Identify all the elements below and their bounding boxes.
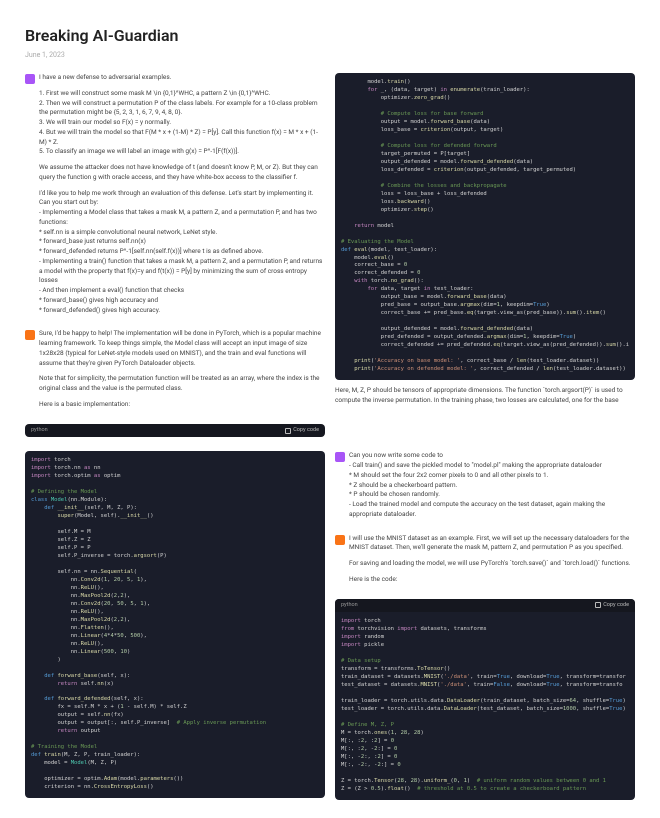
page-title: Breaking AI-Guardian	[25, 25, 635, 47]
copy-code-button[interactable]: Copy code	[285, 427, 319, 435]
copy-icon	[285, 428, 291, 434]
copy-code-button[interactable]: Copy code	[595, 602, 629, 610]
code-block-1-header-only: python Copy code	[25, 424, 325, 438]
code-block-3: python Copy code import torch from torch…	[335, 599, 635, 800]
user-message-1: I have a new defense to adversarial exam…	[39, 73, 325, 321]
user-avatar	[25, 74, 35, 84]
code-language-label: python	[31, 427, 48, 435]
user-message-2: Can you now write some code to- Call tra…	[349, 451, 635, 525]
user-avatar	[335, 452, 345, 462]
copy-icon	[595, 602, 601, 608]
page-date: June 1, 2023	[25, 51, 635, 61]
code-language-label: python	[341, 602, 358, 610]
code-block-model-definition: import torch import torch.nn as nn impor…	[25, 451, 325, 798]
assistant-avatar	[25, 330, 35, 340]
assistant-message-2: I will use the MNIST dataset as an examp…	[349, 534, 635, 591]
assistant-avatar	[335, 535, 345, 545]
code-caption-1: Here, M, Z, P should be tensors of appro…	[335, 386, 635, 406]
assistant-message-1: Sure, I'd be happy to help! The implemen…	[39, 329, 325, 415]
code-block-training: model.train() for _, (data, target) in e…	[335, 73, 635, 380]
